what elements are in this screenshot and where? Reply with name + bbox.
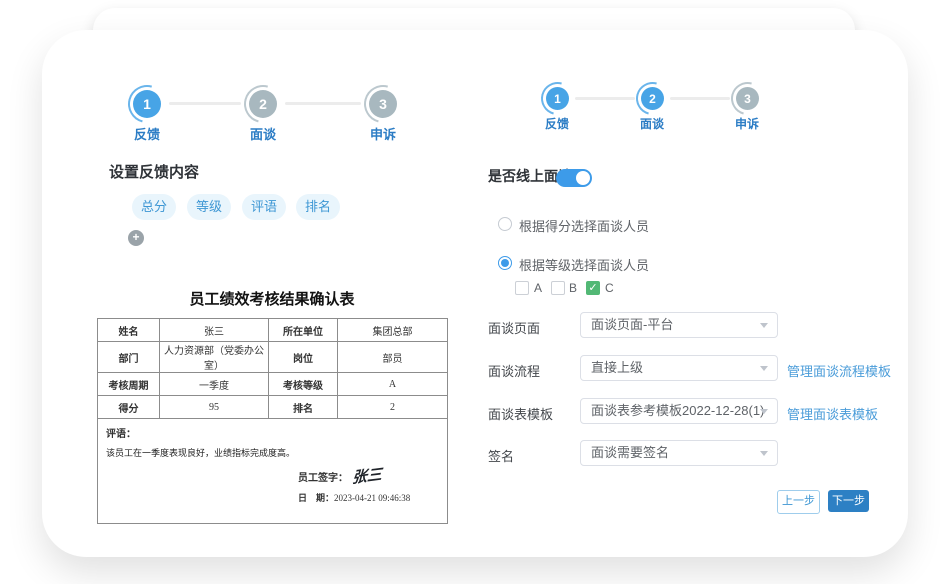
left-step-1-label[interactable]: 反馈: [117, 124, 177, 143]
cell-rank-label: 排名: [269, 396, 338, 419]
content-layer: 1 2 3 反馈 面谈 申诉 设置反馈内容 总分 等级 评语 排名 + 员工绩效…: [0, 0, 948, 584]
interview-form-template-label: 面谈表模板: [488, 404, 553, 423]
left-step-2-label[interactable]: 面谈: [233, 124, 293, 143]
radio-by-score[interactable]: [498, 217, 512, 231]
cell-name-value: 张三: [160, 319, 269, 342]
left-step-3-label[interactable]: 申诉: [353, 124, 413, 143]
left-step-2-num: 2: [259, 96, 267, 112]
cell-period-value: 一季度: [160, 373, 269, 396]
left-connector-1: [169, 102, 241, 105]
signature-select-value: 面谈需要签名: [591, 445, 669, 460]
next-step-button[interactable]: 下一步: [828, 490, 869, 512]
left-step-1-num: 1: [143, 96, 151, 112]
right-step-1-num: 1: [554, 92, 561, 106]
manage-form-template-link[interactable]: 管理面谈表模板: [787, 404, 878, 423]
cell-grade-label: 考核等级: [269, 373, 338, 396]
radio-by-score-label[interactable]: 根据得分选择面谈人员: [519, 216, 649, 235]
cell-name-label: 姓名: [98, 319, 160, 342]
signature-row: 员工签字： 张三: [298, 465, 382, 486]
cell-post-value: 部员: [338, 342, 448, 373]
interview-form-template-select[interactable]: 面谈表参考模板2022-12-28(1): [580, 398, 778, 424]
online-interview-toggle[interactable]: [556, 169, 592, 187]
tag-grade[interactable]: 等级: [187, 194, 231, 220]
cell-unit-value: 集团总部: [338, 319, 448, 342]
comment-cell: 评语： 该员工在一季度表现良好，业绩指标完成度高。 员工签字： 张三 日 期：20…: [98, 419, 448, 524]
check-icon: ✓: [588, 282, 597, 294]
comment-text: 该员工在一季度表现良好，业绩指标完成度高。: [106, 446, 439, 459]
page: 1 2 3 反馈 面谈 申诉 设置反馈内容 总分 等级 评语 排名 + 员工绩效…: [0, 0, 948, 584]
radio-by-grade[interactable]: [498, 256, 512, 270]
right-step-2[interactable]: 2: [641, 87, 664, 110]
cell-dept-label: 部门: [98, 342, 160, 373]
date-value: 2023-04-21 09:46:38: [334, 493, 410, 503]
right-step-3[interactable]: 3: [736, 87, 759, 110]
left-step-3[interactable]: 3: [369, 90, 397, 118]
chevron-down-icon: [760, 323, 768, 328]
checkbox-grade-c-label[interactable]: C: [605, 281, 614, 295]
left-connector-2: [285, 102, 361, 105]
cell-dept-value: 人力资源部（党委办公室）: [160, 342, 269, 373]
table-row: 部门 人力资源部（党委办公室） 岗位 部员: [98, 342, 448, 373]
interview-flow-select[interactable]: 直接上级: [580, 355, 778, 381]
cell-grade-value: A: [338, 373, 448, 396]
chevron-down-icon: [760, 366, 768, 371]
right-step-3-label[interactable]: 申诉: [717, 115, 777, 132]
tag-comment[interactable]: 评语: [242, 194, 286, 220]
left-step-2[interactable]: 2: [249, 90, 277, 118]
cell-score-label: 得分: [98, 396, 160, 419]
signature-field-label: 签名: [488, 446, 514, 465]
prev-step-button[interactable]: 上一步: [777, 490, 820, 514]
signature-select[interactable]: 面谈需要签名: [580, 440, 778, 466]
interview-flow-label: 面谈流程: [488, 361, 540, 380]
manage-flow-template-link[interactable]: 管理面谈流程模板: [787, 361, 891, 380]
checkbox-grade-b[interactable]: [551, 281, 565, 295]
checkbox-grade-c[interactable]: ✓: [586, 281, 600, 295]
right-step-2-num: 2: [649, 92, 656, 106]
cell-post-label: 岗位: [269, 342, 338, 373]
signature-image: 张三: [352, 463, 383, 488]
date-row: 日 期：2023-04-21 09:46:38: [298, 491, 410, 504]
table-row: 评语： 该员工在一季度表现良好，业绩指标完成度高。 员工签字： 张三 日 期：20…: [98, 419, 448, 524]
interview-page-value: 面谈页面-平台: [591, 317, 673, 332]
right-connector-2: [670, 97, 730, 100]
toggle-knob-icon: [576, 171, 590, 185]
add-feedback-item-button[interactable]: +: [128, 230, 144, 246]
left-step-1[interactable]: 1: [133, 90, 161, 118]
checkbox-grade-a-label[interactable]: A: [534, 281, 542, 295]
set-feedback-heading: 设置反馈内容: [109, 161, 199, 182]
right-connector-1: [575, 97, 635, 100]
table-row: 得分 95 排名 2: [98, 396, 448, 419]
cell-period-label: 考核周期: [98, 373, 160, 396]
interview-form-template-value: 面谈表参考模板2022-12-28(1): [591, 403, 764, 418]
interview-page-label: 面谈页面: [488, 318, 540, 337]
interview-page-select[interactable]: 面谈页面-平台: [580, 312, 778, 338]
cell-unit-label: 所在单位: [269, 319, 338, 342]
right-step-2-label[interactable]: 面谈: [622, 115, 682, 132]
right-step-3-num: 3: [744, 92, 751, 106]
chevron-down-icon: [760, 451, 768, 456]
tag-total-score[interactable]: 总分: [132, 194, 176, 220]
cell-score-value: 95: [160, 396, 269, 419]
date-label: 日 期：: [298, 493, 334, 503]
interview-flow-value: 直接上级: [591, 360, 643, 375]
confirmation-form-title: 员工绩效考核结果确认表: [97, 288, 447, 309]
confirmation-form-table: 姓名 张三 所在单位 集团总部 部门 人力资源部（党委办公室） 岗位 部员 考核…: [97, 318, 448, 524]
chevron-down-icon: [760, 409, 768, 414]
plus-icon: +: [132, 230, 139, 244]
radio-by-grade-label[interactable]: 根据等级选择面谈人员: [519, 255, 649, 274]
cell-rank-value: 2: [338, 396, 448, 419]
signature-label: 员工签字：: [298, 473, 348, 484]
checkbox-grade-a[interactable]: [515, 281, 529, 295]
tag-ranking[interactable]: 排名: [296, 194, 340, 220]
right-step-1-label[interactable]: 反馈: [527, 115, 587, 132]
left-step-3-num: 3: [379, 96, 387, 112]
checkbox-grade-b-label[interactable]: B: [569, 281, 577, 295]
table-row: 考核周期 一季度 考核等级 A: [98, 373, 448, 396]
table-row: 姓名 张三 所在单位 集团总部: [98, 319, 448, 342]
right-step-1[interactable]: 1: [546, 87, 569, 110]
comment-label: 评语：: [106, 425, 439, 440]
